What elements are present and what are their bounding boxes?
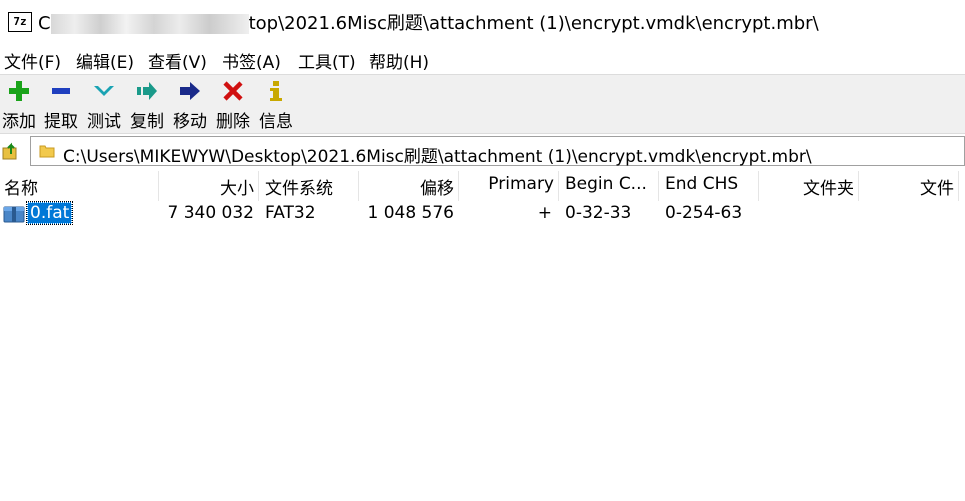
file-offset: 1 048 576 bbox=[367, 203, 454, 223]
menu-view[interactable]: 查看(V) bbox=[148, 48, 207, 73]
column-divider[interactable] bbox=[458, 171, 459, 201]
add-button[interactable]: 添加 bbox=[0, 77, 38, 132]
info-button[interactable]: 信息 bbox=[257, 77, 295, 132]
menu-file[interactable]: 文件(F) bbox=[4, 48, 61, 73]
extract-button[interactable]: 提取 bbox=[42, 77, 80, 132]
add-label: 添加 bbox=[2, 112, 36, 132]
column-divider[interactable] bbox=[658, 171, 659, 201]
minus-icon bbox=[52, 88, 70, 94]
delete-x-icon bbox=[223, 81, 243, 101]
extract-label: 提取 bbox=[44, 112, 78, 132]
copy-label: 复制 bbox=[130, 112, 164, 132]
column-end-chs[interactable]: End CHS bbox=[665, 174, 757, 198]
plus-icon bbox=[9, 81, 29, 101]
title-suffix: top\2021.6Misc刷题\attachment (1)\encrypt.… bbox=[248, 13, 819, 34]
app-7zip-icon: 7z bbox=[8, 12, 32, 32]
check-icon bbox=[94, 86, 114, 96]
archive-file-icon bbox=[3, 206, 25, 223]
title-bar: 7z Ctop\2021.6Misc刷题\attachment (1)\encr… bbox=[0, 0, 965, 42]
column-divider[interactable] bbox=[858, 171, 859, 201]
file-end-chs: 0-254-63 bbox=[665, 203, 743, 223]
table-row[interactable]: 0.fat 7 340 032 FAT32 1 048 576 + 0-32-3… bbox=[0, 201, 965, 228]
menu-bookmarks[interactable]: 书签(A) bbox=[222, 48, 281, 73]
folder-up-icon[interactable] bbox=[2, 142, 22, 162]
menu-edit[interactable]: 编辑(E) bbox=[76, 48, 134, 73]
column-divider[interactable] bbox=[558, 171, 559, 201]
file-primary: + bbox=[537, 203, 552, 223]
column-divider[interactable] bbox=[958, 171, 959, 201]
column-filesystem[interactable]: 文件系统 bbox=[265, 174, 357, 199]
column-size[interactable]: 大小 bbox=[160, 174, 254, 199]
toolbar: 添加 提取 测试 复制 移动 删除 信息 bbox=[0, 74, 965, 134]
folder-icon bbox=[39, 145, 55, 158]
column-divider[interactable] bbox=[158, 171, 159, 201]
copy-arrow-icon bbox=[137, 82, 157, 100]
info-icon bbox=[270, 81, 282, 101]
column-header-row: 名称 大小 文件系统 偏移 Primary Begin C... End CHS… bbox=[0, 171, 965, 201]
path-input[interactable]: C:\Users\MIKEWYW\Desktop\2021.6Misc刷题\at… bbox=[30, 136, 965, 167]
path-text: C:\Users\MIKEWYW\Desktop\2021.6Misc刷题\at… bbox=[63, 147, 812, 167]
file-size: 7 340 032 bbox=[167, 203, 254, 223]
file-list-area[interactable] bbox=[0, 228, 965, 501]
title-prefix: C bbox=[38, 13, 51, 34]
column-primary[interactable]: Primary bbox=[460, 174, 554, 198]
column-folders[interactable]: 文件夹 bbox=[760, 174, 854, 199]
menu-help[interactable]: 帮助(H) bbox=[369, 48, 429, 73]
column-divider[interactable] bbox=[758, 171, 759, 201]
menu-tools[interactable]: 工具(T) bbox=[298, 48, 356, 73]
menu-bar: 文件(F) 编辑(E) 查看(V) 书签(A) 工具(T) 帮助(H) bbox=[0, 44, 965, 73]
column-divider[interactable] bbox=[358, 171, 359, 201]
move-label: 移动 bbox=[173, 112, 207, 132]
delete-button[interactable]: 删除 bbox=[214, 77, 252, 132]
column-divider[interactable] bbox=[258, 171, 259, 201]
test-button[interactable]: 测试 bbox=[85, 77, 123, 132]
column-name[interactable]: 名称 bbox=[4, 174, 158, 199]
move-button[interactable]: 移动 bbox=[171, 77, 209, 132]
move-arrow-icon bbox=[180, 82, 200, 100]
file-system: FAT32 bbox=[265, 203, 316, 223]
file-begin-chs: 0-32-33 bbox=[565, 203, 632, 223]
info-label: 信息 bbox=[259, 112, 293, 132]
test-label: 测试 bbox=[87, 112, 121, 132]
column-begin-chs[interactable]: Begin C... bbox=[565, 174, 657, 198]
column-files[interactable]: 文件 bbox=[860, 174, 954, 199]
copy-button[interactable]: 复制 bbox=[128, 77, 166, 132]
column-offset[interactable]: 偏移 bbox=[360, 174, 454, 199]
file-name[interactable]: 0.fat bbox=[25, 201, 74, 225]
delete-label: 删除 bbox=[216, 112, 250, 132]
redacted-path-blur bbox=[50, 14, 249, 34]
address-bar: C:\Users\MIKEWYW\Desktop\2021.6Misc刷题\at… bbox=[0, 134, 965, 168]
window-title: Ctop\2021.6Misc刷题\attachment (1)\encrypt… bbox=[38, 9, 819, 35]
